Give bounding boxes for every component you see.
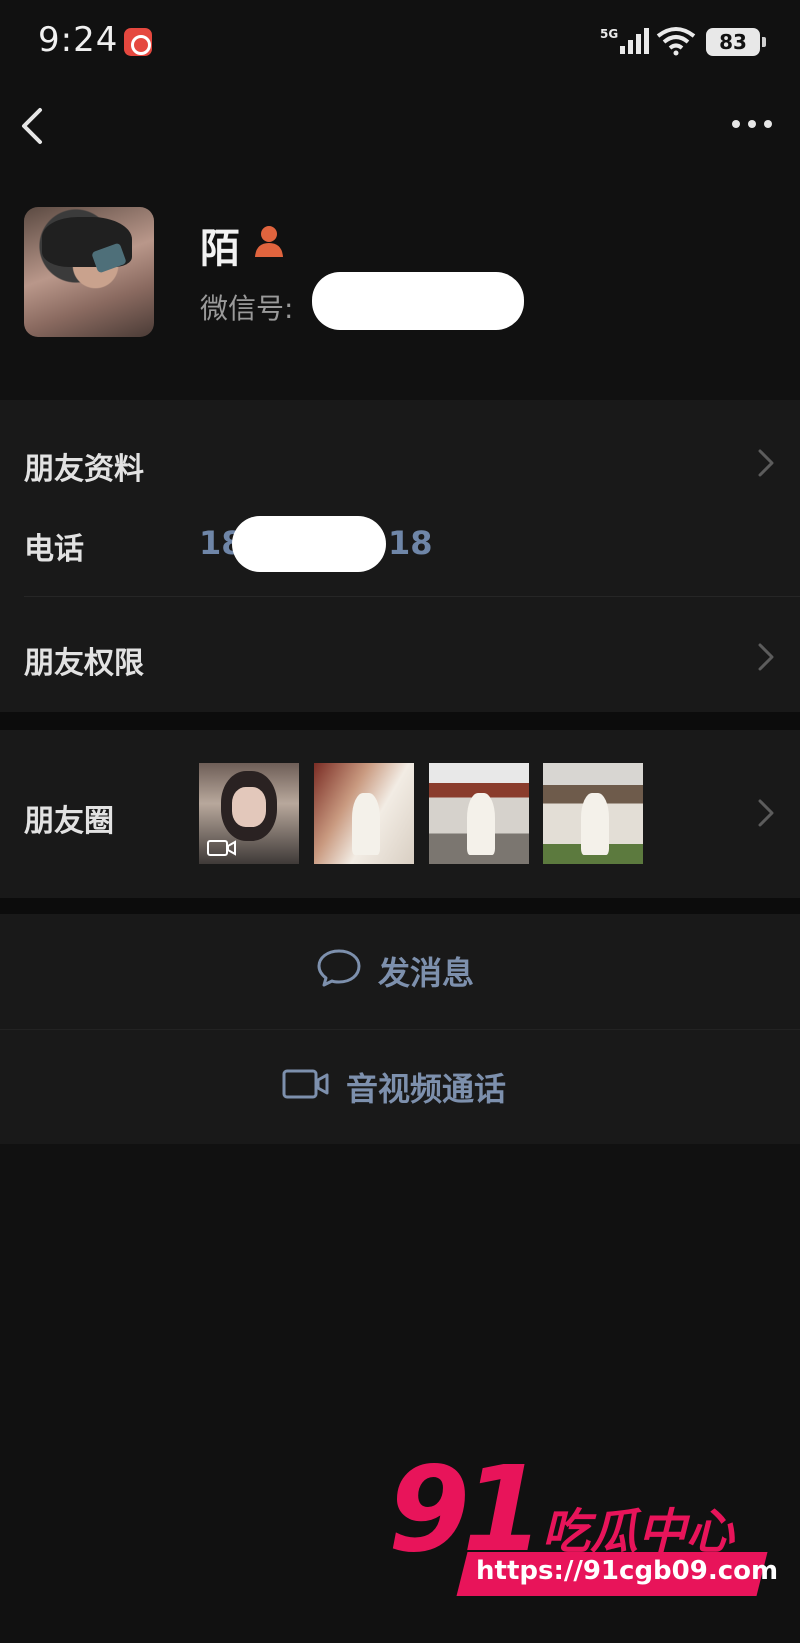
- chevron-right-icon[interactable]: [755, 446, 777, 480]
- divider: [0, 1029, 800, 1030]
- thumbnail-figure: [352, 793, 380, 855]
- chevron-right-icon[interactable]: [755, 796, 777, 830]
- thumbnail-figure: [581, 793, 609, 855]
- avatar[interactable]: [24, 207, 154, 337]
- battery-indicator: 83: [706, 28, 766, 56]
- chat-bubble-icon[interactable]: [316, 948, 362, 988]
- more-dots-icon[interactable]: [730, 112, 774, 136]
- send-message-button[interactable]: 发消息: [378, 948, 474, 994]
- phone-number-suffix[interactable]: 18: [388, 524, 433, 562]
- contact-profile-page: 9:24 5G 83 陌 微信号: 朋友资料 电话 18 18 朋友权限 朋友圈…: [0, 0, 800, 1643]
- moments-thumbnail[interactable]: [429, 763, 529, 864]
- cellular-signal-icon: 5G: [600, 27, 649, 54]
- thumbnail-figure: [467, 793, 495, 855]
- status-time: 9:24: [38, 20, 119, 60]
- video-call-button[interactable]: 音视频通话: [346, 1064, 506, 1110]
- video-camera-icon[interactable]: [282, 1068, 330, 1100]
- network-type-label: 5G: [600, 27, 618, 41]
- chevron-right-icon[interactable]: [755, 640, 777, 674]
- chevron-left-icon[interactable]: [14, 102, 54, 150]
- friend-permissions-label[interactable]: 朋友权限: [24, 638, 144, 682]
- divider: [24, 596, 800, 597]
- section-gap: [0, 712, 800, 730]
- redacted-wechat-id: [312, 272, 524, 330]
- wechat-id-label: 微信号:: [200, 292, 294, 325]
- notification-app-icon: [124, 28, 152, 56]
- wifi-icon: [656, 27, 696, 56]
- phone-label: 电话: [24, 532, 84, 567]
- section-gap: [0, 898, 800, 914]
- moments-thumbnail[interactable]: [543, 763, 643, 864]
- moments-thumbnail[interactable]: [314, 763, 414, 864]
- contact-name: 陌: [200, 226, 240, 272]
- redacted-phone-number: [232, 516, 386, 572]
- video-camera-icon: [207, 840, 236, 856]
- person-icon: [255, 226, 283, 257]
- watermark-url: https://91cgb09.com: [476, 1556, 779, 1586]
- friend-info-label[interactable]: 朋友资料: [24, 444, 144, 488]
- moments-label[interactable]: 朋友圈: [24, 796, 114, 840]
